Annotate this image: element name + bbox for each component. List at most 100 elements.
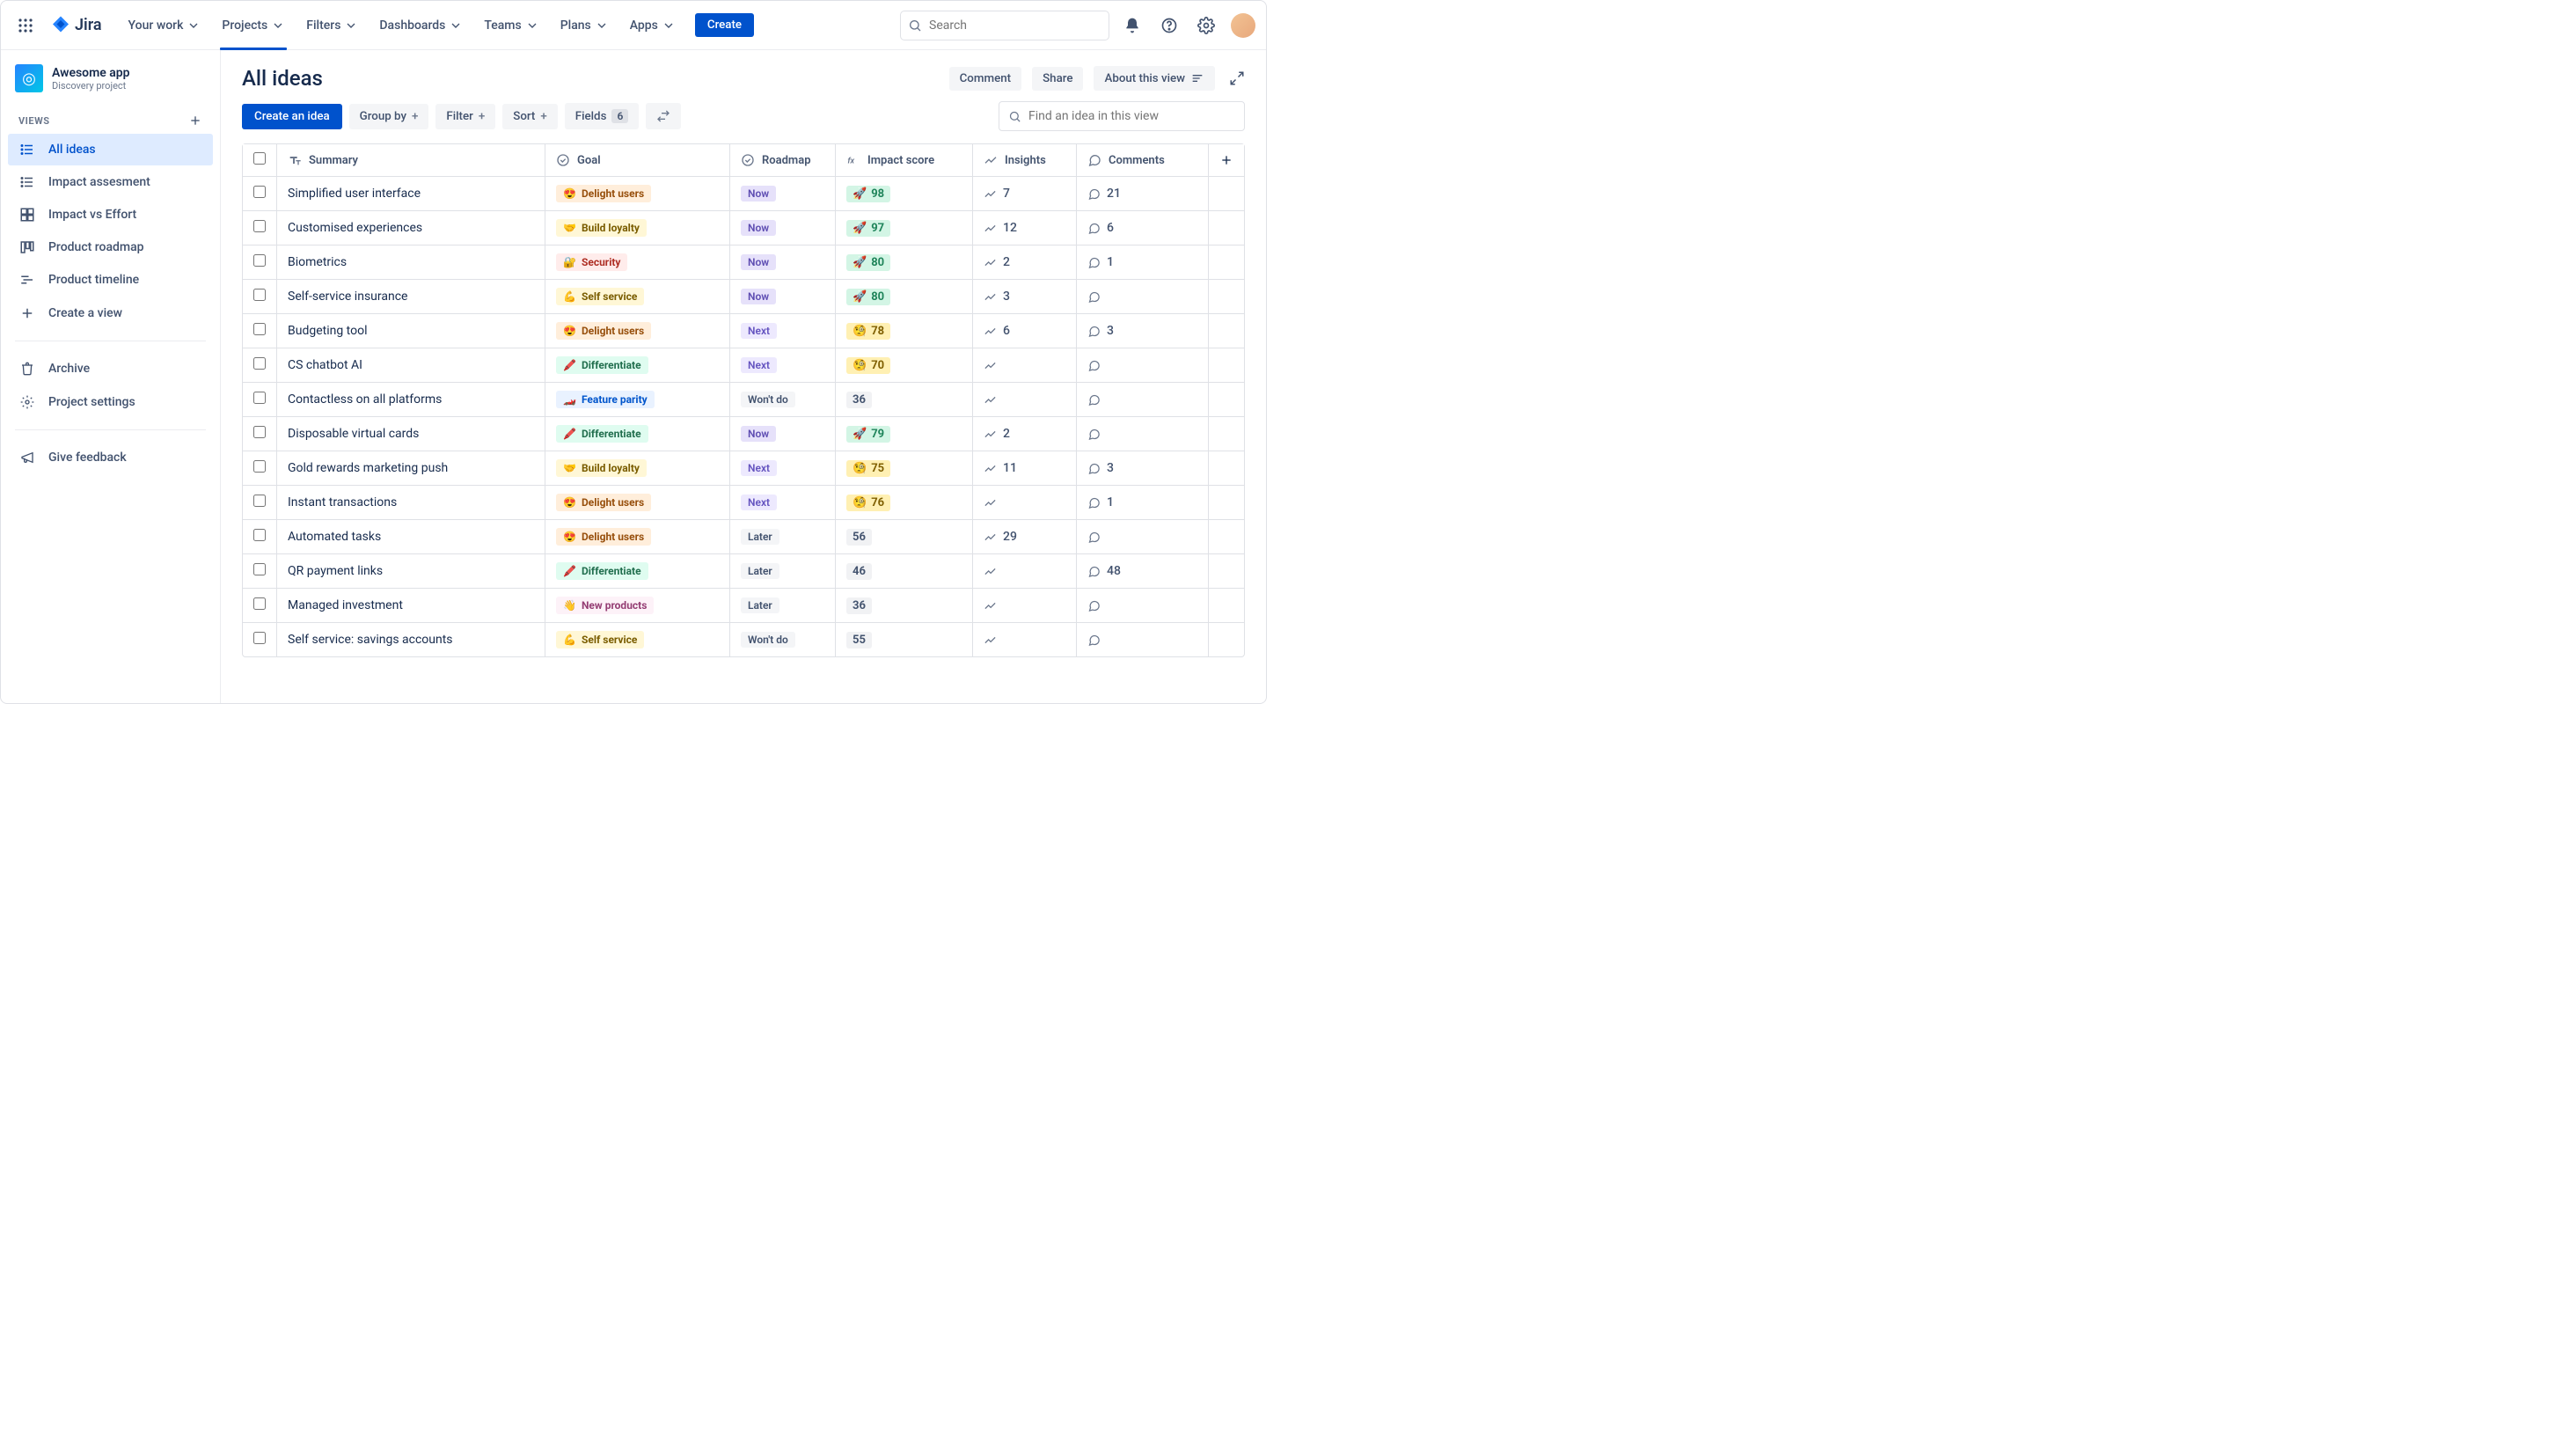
row-checkbox[interactable] [253, 460, 266, 473]
insights-count[interactable] [984, 599, 1065, 612]
insights-count[interactable]: 29 [984, 530, 1065, 544]
table-row[interactable]: Managed investment 👋New products Later 36 [243, 589, 1244, 623]
cell-summary[interactable]: Disposable virtual cards [277, 417, 545, 451]
comments-count[interactable]: 3 [1087, 324, 1197, 338]
nav-item-apps[interactable]: Apps [621, 13, 684, 38]
comments-count[interactable]: 48 [1087, 564, 1197, 578]
goal-chip[interactable]: 💪Self service [556, 631, 644, 649]
roadmap-pill[interactable]: Now [741, 289, 776, 304]
goal-chip[interactable]: 😍Delight users [556, 185, 651, 202]
row-checkbox[interactable] [253, 323, 266, 335]
table-row[interactable]: Biometrics🔐SecurityNow🚀8021 [243, 245, 1244, 280]
roadmap-pill[interactable]: Now [741, 186, 776, 202]
roadmap-pill[interactable]: Won't do [741, 392, 795, 407]
comments-count[interactable] [1087, 290, 1197, 304]
row-checkbox[interactable] [253, 563, 266, 575]
roadmap-pill[interactable]: Now [741, 254, 776, 270]
create-button[interactable]: Create [695, 13, 754, 37]
impact-score[interactable]: 🧐76 [846, 495, 890, 511]
goal-chip[interactable]: 😍Delight users [556, 322, 651, 340]
share-button[interactable]: Share [1032, 67, 1083, 91]
user-avatar[interactable] [1231, 13, 1255, 38]
table-row[interactable]: Contactless on all platforms🏎️Feature pa… [243, 383, 1244, 417]
global-search-input[interactable] [929, 18, 1101, 33]
insights-count[interactable]: 2 [984, 255, 1065, 269]
impact-score[interactable]: 🧐78 [846, 323, 890, 340]
table-row[interactable]: Customised experiences🤝Build loyaltyNow🚀… [243, 211, 1244, 245]
impact-score[interactable]: 36 [846, 597, 872, 614]
row-checkbox[interactable] [253, 495, 266, 507]
row-checkbox[interactable] [253, 392, 266, 404]
give-feedback-button[interactable]: Give feedback [8, 442, 213, 473]
goal-chip[interactable]: 😍Delight users [556, 494, 651, 511]
expand-icon[interactable] [1229, 70, 1245, 86]
cell-summary[interactable]: Self service: savings accounts [277, 623, 545, 656]
insights-count[interactable]: 2 [984, 427, 1065, 441]
goal-chip[interactable]: 🤝Build loyalty [556, 459, 647, 477]
cell-summary[interactable]: Biometrics [277, 245, 545, 280]
nav-item-teams[interactable]: Teams [475, 13, 547, 38]
row-checkbox[interactable] [253, 186, 266, 198]
roadmap-pill[interactable]: Now [741, 220, 776, 236]
roadmap-pill[interactable]: Later [741, 563, 779, 579]
cell-summary[interactable]: Managed investment [277, 589, 545, 623]
comments-count[interactable]: 6 [1087, 221, 1197, 235]
project-settings-button[interactable]: Project settings [8, 386, 213, 418]
impact-score[interactable]: 🚀98 [846, 186, 890, 202]
table-row[interactable]: Gold rewards marketing push🤝Build loyalt… [243, 451, 1244, 486]
insights-count[interactable] [984, 496, 1065, 509]
insights-count[interactable]: 3 [984, 289, 1065, 304]
goal-chip[interactable]: 😍Delight users [556, 528, 651, 546]
sort-button[interactable]: Sort+ [502, 104, 558, 129]
comments-count[interactable] [1087, 599, 1197, 612]
nav-item-plans[interactable]: Plans [552, 13, 618, 38]
create-view-button[interactable]: Create a view [8, 297, 213, 329]
comment-button[interactable]: Comment [949, 67, 1021, 91]
insights-count[interactable]: 12 [984, 221, 1065, 235]
goal-chip[interactable]: 🖍️Differentiate [556, 425, 648, 443]
row-checkbox[interactable] [253, 529, 266, 541]
row-checkbox[interactable] [253, 597, 266, 610]
add-view-icon[interactable] [188, 114, 202, 128]
impact-score[interactable]: 🚀80 [846, 289, 890, 305]
insights-count[interactable]: 11 [984, 461, 1065, 475]
add-column-button[interactable] [1209, 144, 1244, 177]
cell-summary[interactable]: Customised experiences [277, 211, 545, 245]
cell-summary[interactable]: Self-service insurance [277, 280, 545, 314]
view-search-input[interactable] [1028, 109, 1235, 123]
impact-score[interactable]: 🧐70 [846, 357, 890, 374]
insights-count[interactable] [984, 565, 1065, 578]
insights-count[interactable]: 6 [984, 324, 1065, 338]
roadmap-pill[interactable]: Next [741, 460, 777, 476]
app-switcher-icon[interactable] [11, 11, 40, 40]
nav-item-filters[interactable]: Filters [297, 13, 367, 38]
row-checkbox[interactable] [253, 220, 266, 232]
table-row[interactable]: CS chatbot AI🖍️DifferentiateNext🧐70 [243, 348, 1244, 383]
impact-score[interactable]: 🚀79 [846, 426, 890, 443]
goal-chip[interactable]: 🏎️Feature parity [556, 391, 655, 408]
comments-count[interactable]: 1 [1087, 495, 1197, 509]
comments-count[interactable] [1087, 531, 1197, 544]
sidebar-view-product-roadmap[interactable]: Product roadmap [8, 231, 213, 263]
create-idea-button[interactable]: Create an idea [242, 104, 342, 129]
view-search[interactable] [999, 101, 1245, 131]
help-icon[interactable] [1155, 11, 1183, 40]
table-row[interactable]: Simplified user interface😍Delight usersN… [243, 177, 1244, 211]
roadmap-pill[interactable]: Next [741, 357, 777, 373]
roadmap-pill[interactable]: Next [741, 495, 777, 510]
goal-chip[interactable]: 🔐Security [556, 253, 627, 271]
roadmap-pill[interactable]: Later [741, 597, 779, 613]
nav-item-dashboards[interactable]: Dashboards [370, 13, 472, 38]
table-row[interactable]: Instant transactions😍Delight usersNext🧐7… [243, 486, 1244, 520]
roadmap-pill[interactable]: Now [741, 426, 776, 442]
impact-score[interactable]: 🚀97 [846, 220, 890, 237]
about-view-button[interactable]: About this view [1094, 66, 1215, 91]
jira-logo[interactable]: Jira [43, 15, 109, 36]
table-row[interactable]: Disposable virtual cards 🖍️Differentiate N… [243, 417, 1244, 451]
goal-chip[interactable]: 🖍️Differentiate [556, 356, 648, 374]
goal-chip[interactable]: 👋New products [556, 597, 654, 614]
sidebar-view-impact-vs-effort[interactable]: Impact vs Effort [8, 199, 213, 231]
row-checkbox[interactable] [253, 254, 266, 267]
table-row[interactable]: Automated tasks😍Delight usersLater5629 [243, 520, 1244, 554]
impact-score[interactable]: 56 [846, 529, 872, 546]
